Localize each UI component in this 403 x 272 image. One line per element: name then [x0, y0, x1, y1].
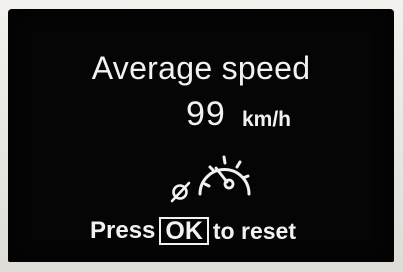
trip-computer-screen: Average speed 99 km/h Press OK to reset [8, 9, 394, 262]
gauge-arc-icon [198, 155, 251, 196]
speed-unit-label: km/h [242, 108, 292, 131]
ok-button-indicator: OK [159, 217, 209, 245]
press-label: Press [90, 217, 156, 244]
average-speed-value: 99 [186, 95, 226, 133]
speedometer-gauge-icon [158, 145, 268, 207]
screen-title: Average speed [91, 50, 311, 86]
average-symbol-icon [170, 181, 191, 203]
reset-instruction: Press OK to reset [90, 217, 296, 245]
to-reset-label: to reset [212, 217, 296, 244]
